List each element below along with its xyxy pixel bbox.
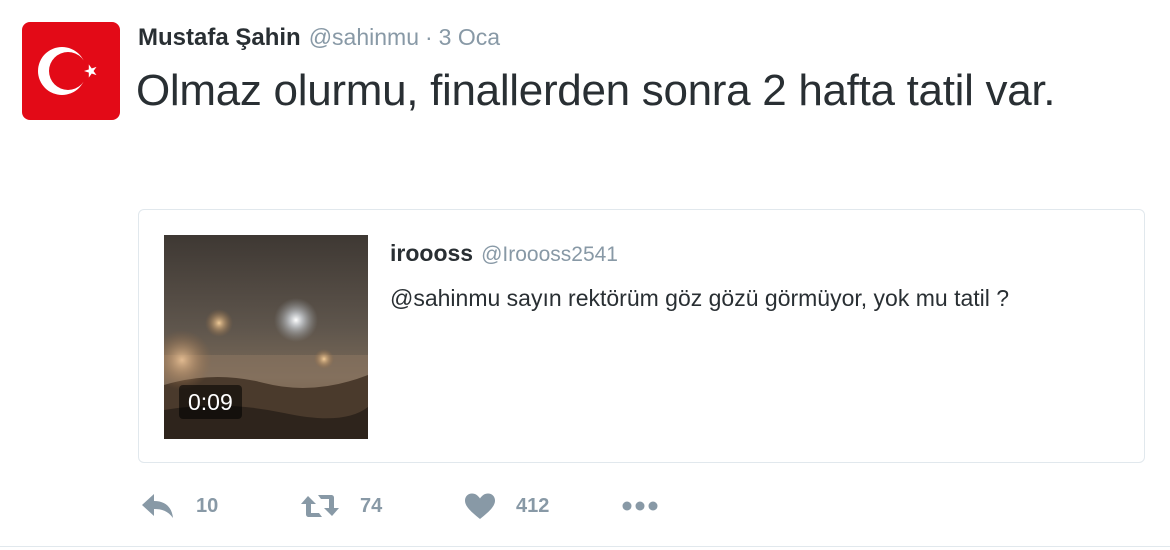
retweet-icon [301,495,339,517]
author-display-name[interactable]: Mustafa Şahin [138,24,301,52]
tweet-actions: 10 74 412 [140,488,740,524]
quoted-tweet-text: @sahinmu sayın rektörüm göz gözü görmüyo… [390,285,1010,311]
like-count: 412 [516,494,550,517]
author-handle[interactable]: @sahinmu [309,24,419,51]
quoted-author-handle: @Iroooss2541 [481,243,618,266]
more-dots-icon [622,501,658,511]
tweet: Mustafa Şahin @sahinmu · 3 Oca Olmaz olu… [0,0,1170,550]
avatar[interactable] [22,22,120,120]
tweet-timestamp[interactable]: 3 Oca [439,24,500,51]
tweet-header: Mustafa Şahin @sahinmu · 3 Oca [138,24,500,54]
retweet-count: 74 [360,494,383,517]
reply-count: 10 [196,494,219,517]
reply-button[interactable]: 10 [140,488,218,524]
video-duration-badge: 0:09 [179,385,242,419]
retweet-button[interactable]: 74 [300,488,382,524]
video-thumbnail[interactable]: 0:09 [164,235,368,439]
divider [0,546,1170,547]
like-button[interactable]: 412 [464,488,549,524]
reply-icon [142,494,173,518]
more-button[interactable] [622,488,658,524]
header-separator: · [425,24,433,50]
quoted-tweet-header: iroooss @Iroooss2541 [390,240,618,267]
tweet-text: Olmaz olurmu, finallerden sonra 2 hafta … [136,66,1056,115]
turkish-flag-icon [22,22,120,120]
quoted-author-display-name: iroooss [390,240,474,266]
heart-icon [465,493,495,519]
quoted-tweet-card[interactable]: 0:09 iroooss @Iroooss2541 @sahinmu sayın… [138,209,1145,463]
